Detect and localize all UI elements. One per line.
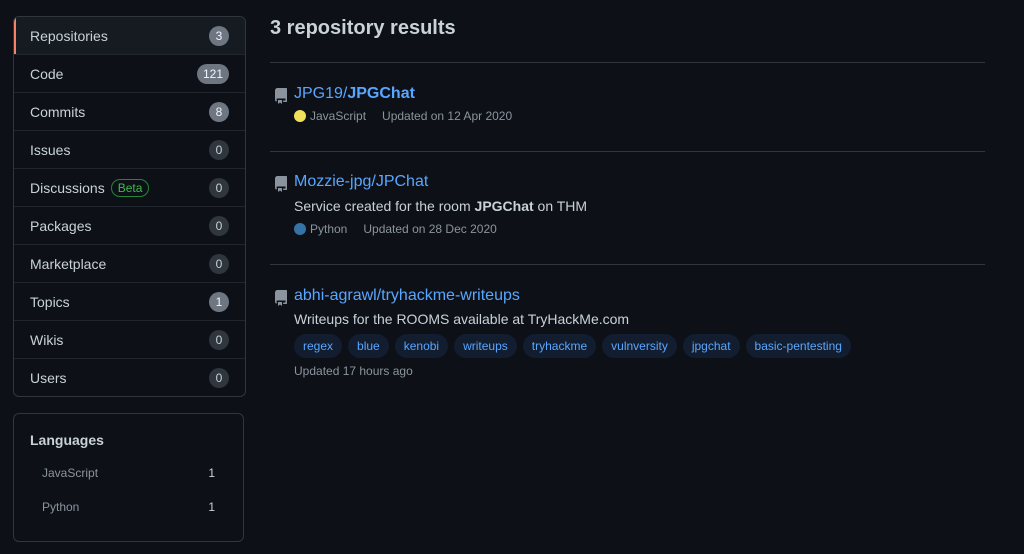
topic-tag[interactable]: writeups (454, 334, 517, 358)
topic-tag[interactable]: kenobi (394, 334, 449, 358)
repo-description: Service created for the room JPGChat on … (294, 198, 587, 214)
count-badge: 121 (196, 63, 229, 84)
nav-item-code[interactable]: Code 121 (14, 54, 245, 92)
language-count: 1 (208, 500, 215, 514)
nav-item-users[interactable]: Users 0 (14, 358, 245, 396)
nav-item-issues[interactable]: Issues 0 (14, 130, 245, 168)
repo-updated: Updated 17 hours ago (294, 364, 413, 378)
search-type-nav: Repositories 3 Code 121 Commits 8 Issues… (13, 16, 246, 397)
nav-item-marketplace[interactable]: Marketplace 0 (14, 244, 245, 282)
description-text: on THM (533, 198, 588, 214)
repo-name: JPGChat (347, 85, 415, 102)
count-badge: 0 (209, 215, 229, 236)
repo-icon (273, 176, 289, 195)
count-badge: 0 (209, 253, 229, 274)
nav-item-label: Commits (30, 103, 86, 120)
repo-link[interactable]: Mozzie-jpg/JPChat (294, 173, 428, 191)
repo-updated: Updated on 12 Apr 2020 (382, 109, 513, 123)
language-color-dot (294, 223, 306, 235)
nav-item-label: Users (30, 369, 67, 386)
count-badge: 0 (209, 329, 229, 350)
divider (270, 151, 985, 152)
results-title: 3 repository results (270, 17, 456, 39)
nav-item-packages[interactable]: Packages 0 (14, 206, 245, 244)
topic-list: regex blue kenobi writeups tryhackme vul… (294, 334, 851, 358)
language-filter-javascript[interactable]: JavaScript 1 (42, 466, 215, 480)
topic-tag[interactable]: blue (348, 334, 389, 358)
repo-updated: Updated on 28 Dec 2020 (363, 222, 497, 236)
repo-language: JavaScript (310, 109, 367, 123)
topic-tag[interactable]: regex (294, 334, 343, 358)
repo-owner: abhi-agrawl/ (294, 287, 382, 304)
nav-item-label: Discussions (30, 179, 105, 196)
count-badge: 3 (209, 25, 229, 46)
nav-item-label: Marketplace (30, 255, 107, 272)
beta-badge: Beta (110, 178, 150, 197)
repo-description: Writeups for the ROOMS available at TryH… (294, 311, 630, 327)
description-text: Service created for the room (294, 198, 475, 214)
count-badge: 0 (209, 177, 229, 198)
nav-item-discussions[interactable]: Discussions Beta 0 (14, 168, 245, 206)
repo-link[interactable]: abhi-agrawl/tryhackme-writeups (294, 287, 520, 305)
nav-item-label: Code (30, 65, 64, 82)
topic-tag[interactable]: basic-pentesting (745, 334, 851, 358)
divider (270, 62, 985, 63)
count-badge: 8 (209, 101, 229, 122)
count-badge: 0 (209, 139, 229, 160)
nav-item-label: Wikis (30, 331, 64, 348)
repo-icon (273, 290, 289, 309)
languages-panel: Languages JavaScript 1 Python 1 (13, 413, 244, 542)
topic-tag[interactable]: vulnversity (602, 334, 677, 358)
nav-item-label: Repositories (30, 27, 108, 44)
nav-item-label: Issues (30, 141, 71, 158)
count-badge: 0 (209, 367, 229, 388)
repo-language: Python (310, 222, 348, 236)
repo-icon (273, 88, 289, 107)
repo-meta: Updated 17 hours ago (294, 364, 413, 378)
nav-item-topics[interactable]: Topics 1 (14, 282, 245, 320)
repo-meta: JavaScript Updated on 12 Apr 2020 (294, 109, 512, 123)
repo-link[interactable]: JPG19/JPGChat (294, 85, 415, 103)
language-count: 1 (208, 466, 215, 480)
language-filter-python[interactable]: Python 1 (42, 500, 215, 514)
repo-name: tryhackme-writeups (381, 287, 520, 304)
count-badge: 1 (209, 291, 229, 312)
language-name: Python (42, 500, 80, 514)
nav-item-label: Topics (30, 293, 70, 310)
repo-owner: Mozzie-jpg/ (294, 173, 376, 190)
language-color-dot (294, 110, 306, 122)
nav-item-repositories[interactable]: Repositories 3 (14, 17, 245, 54)
language-name: JavaScript (42, 466, 99, 480)
nav-item-label: Packages (30, 217, 92, 234)
nav-item-wikis[interactable]: Wikis 0 (14, 320, 245, 358)
nav-item-commits[interactable]: Commits 8 (14, 92, 245, 130)
description-highlight: JPGChat (474, 198, 534, 214)
topic-tag[interactable]: jpgchat (682, 334, 740, 358)
divider (270, 264, 985, 265)
repo-owner: JPG19/ (294, 85, 348, 102)
nav-item-label-wrap: Discussions Beta (30, 178, 209, 197)
languages-title: Languages (30, 432, 104, 448)
topic-tag[interactable]: tryhackme (522, 334, 597, 358)
repo-name: JPChat (375, 173, 429, 190)
repo-meta: Python Updated on 28 Dec 2020 (294, 222, 497, 236)
